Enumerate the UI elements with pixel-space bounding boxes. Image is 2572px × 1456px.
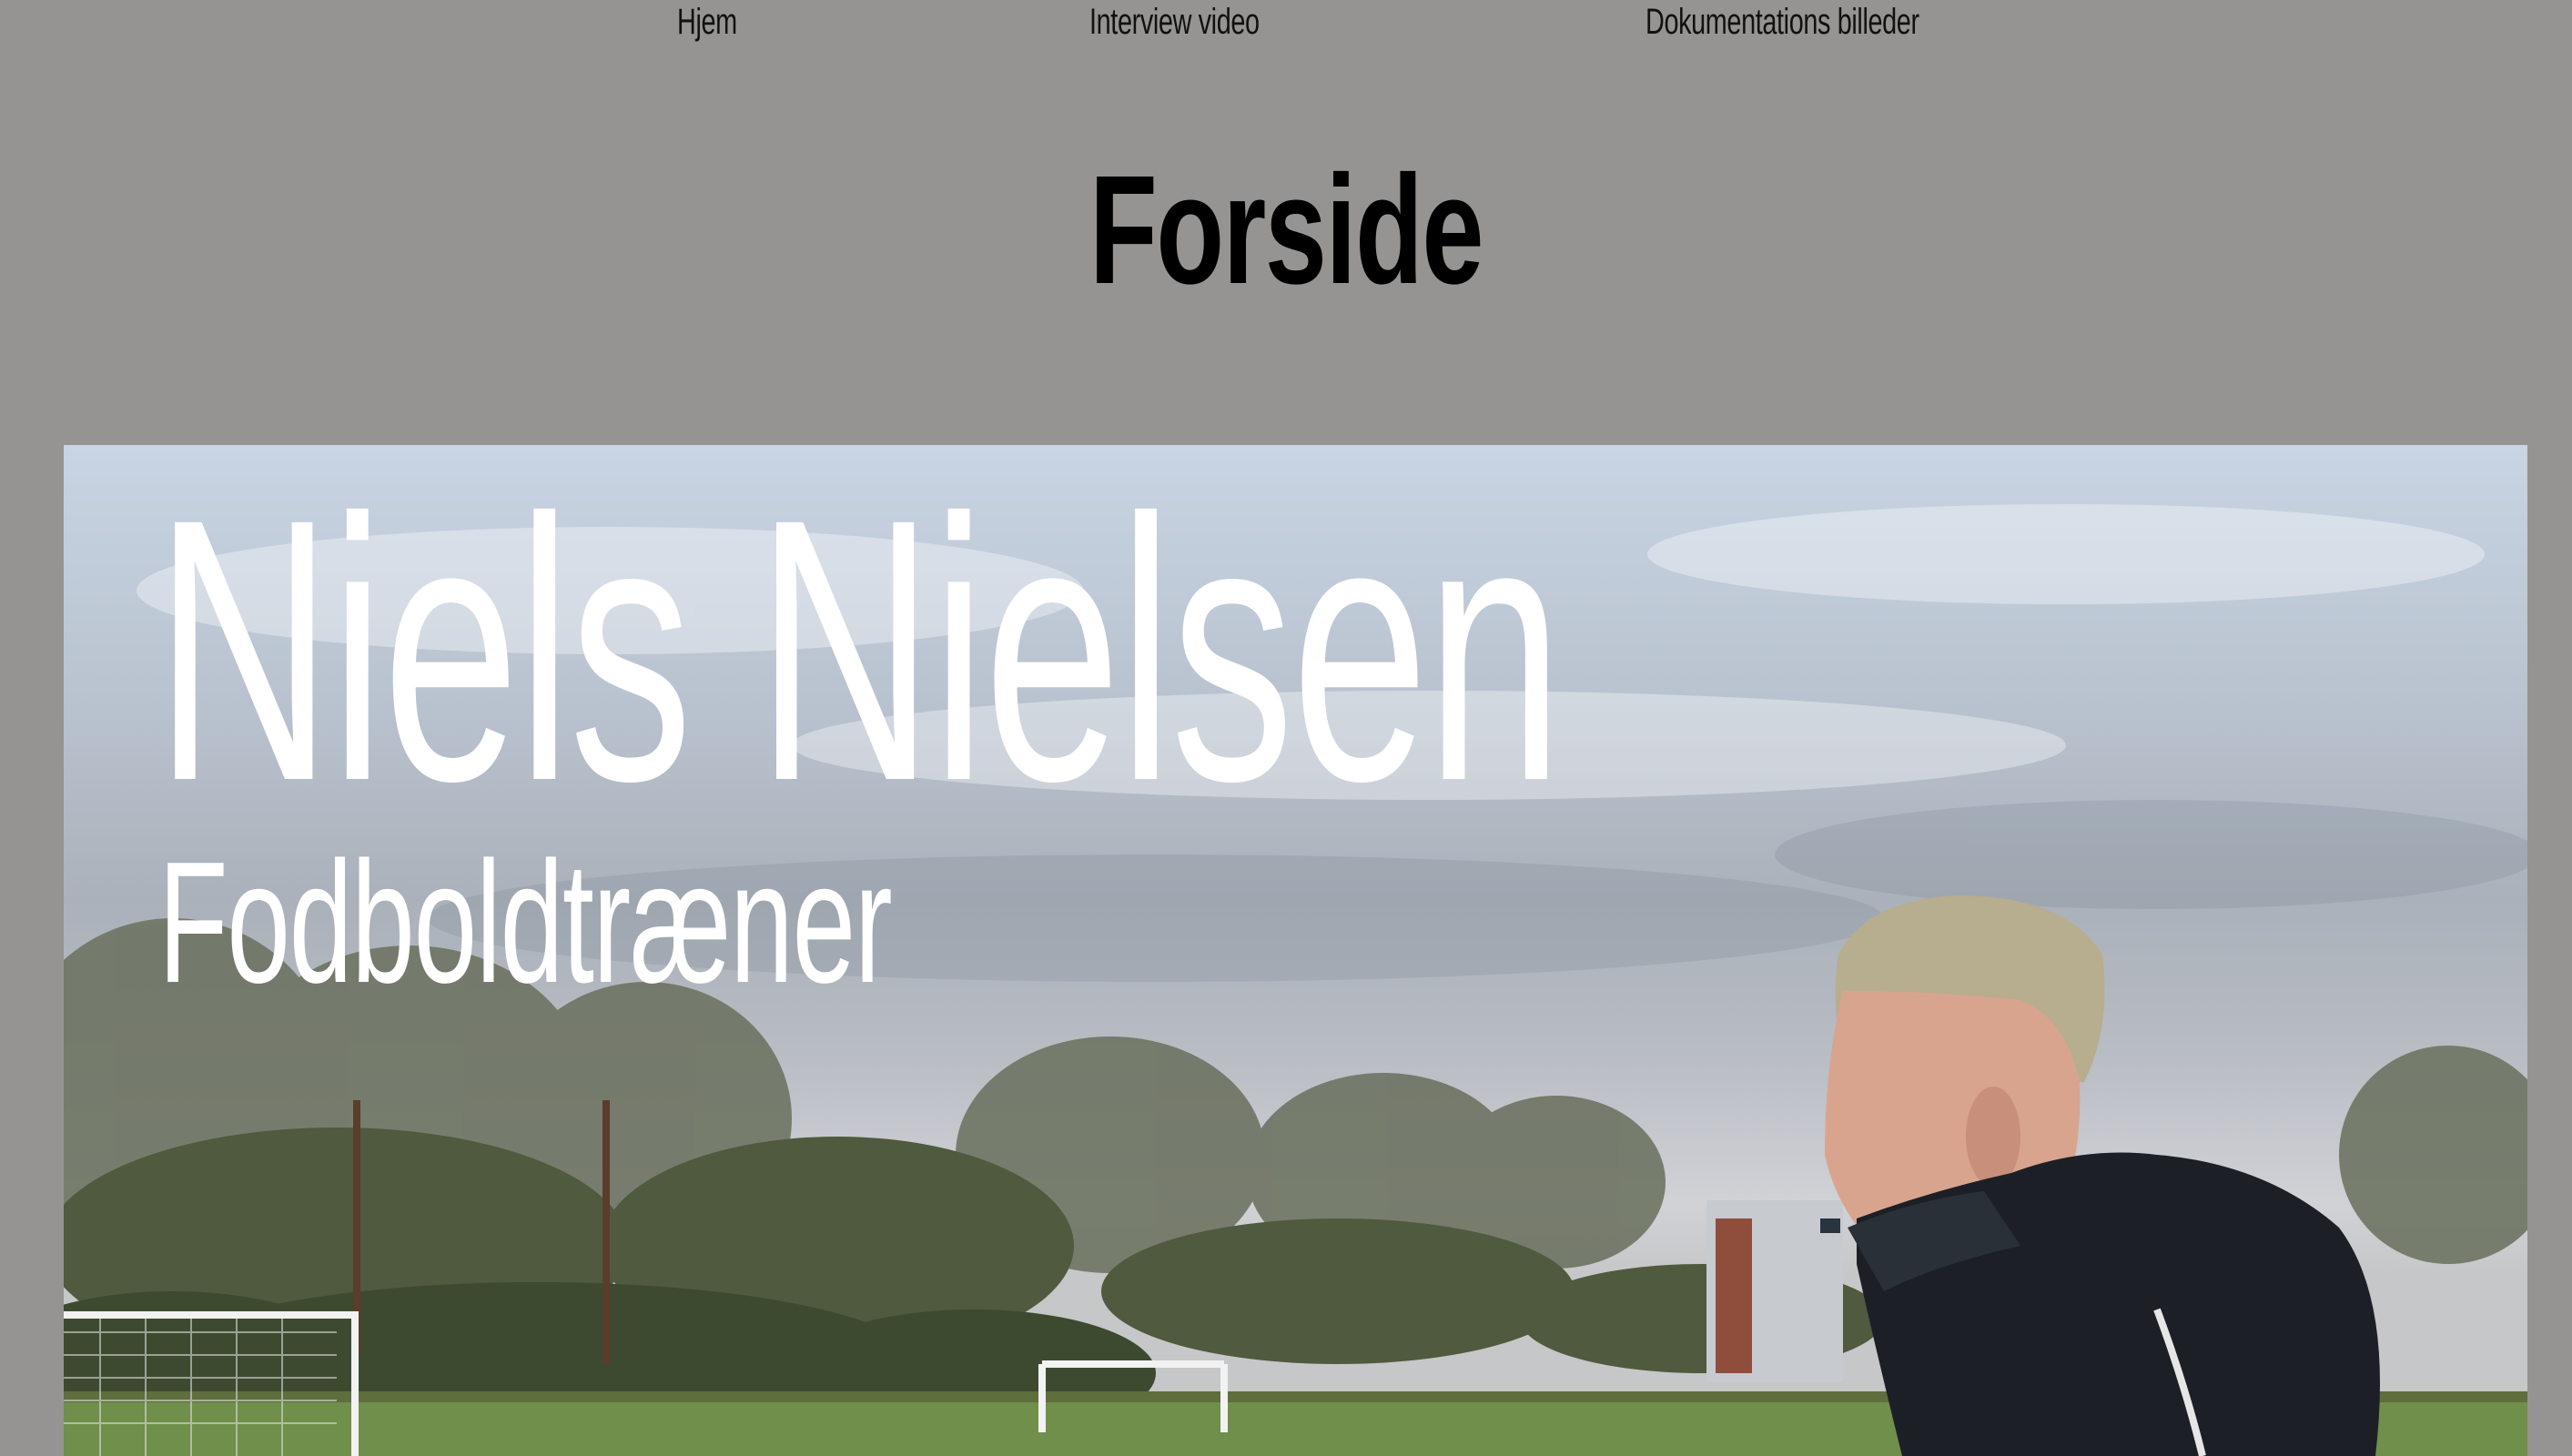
- nav-link-interview-video[interactable]: Interview video: [1089, 2, 1260, 43]
- nav-link-dokumentations-billeder[interactable]: Dokumentations billeder: [1645, 2, 1919, 43]
- page-title: Forside: [0, 153, 2572, 308]
- hero-name: Niels Nielsen: [155, 445, 1563, 858]
- hero-subtitle: Fodboldtræner: [158, 826, 893, 1019]
- page-title-text: Forside: [1089, 144, 1483, 317]
- top-navigation: Hjem Interview video Dokumentations bill…: [0, 0, 2572, 55]
- nav-link-hjem[interactable]: Hjem: [677, 2, 737, 43]
- hero-banner: Niels Nielsen Fodboldtræner: [64, 445, 2527, 1456]
- page: Hjem Interview video Dokumentations bill…: [0, 0, 2572, 1456]
